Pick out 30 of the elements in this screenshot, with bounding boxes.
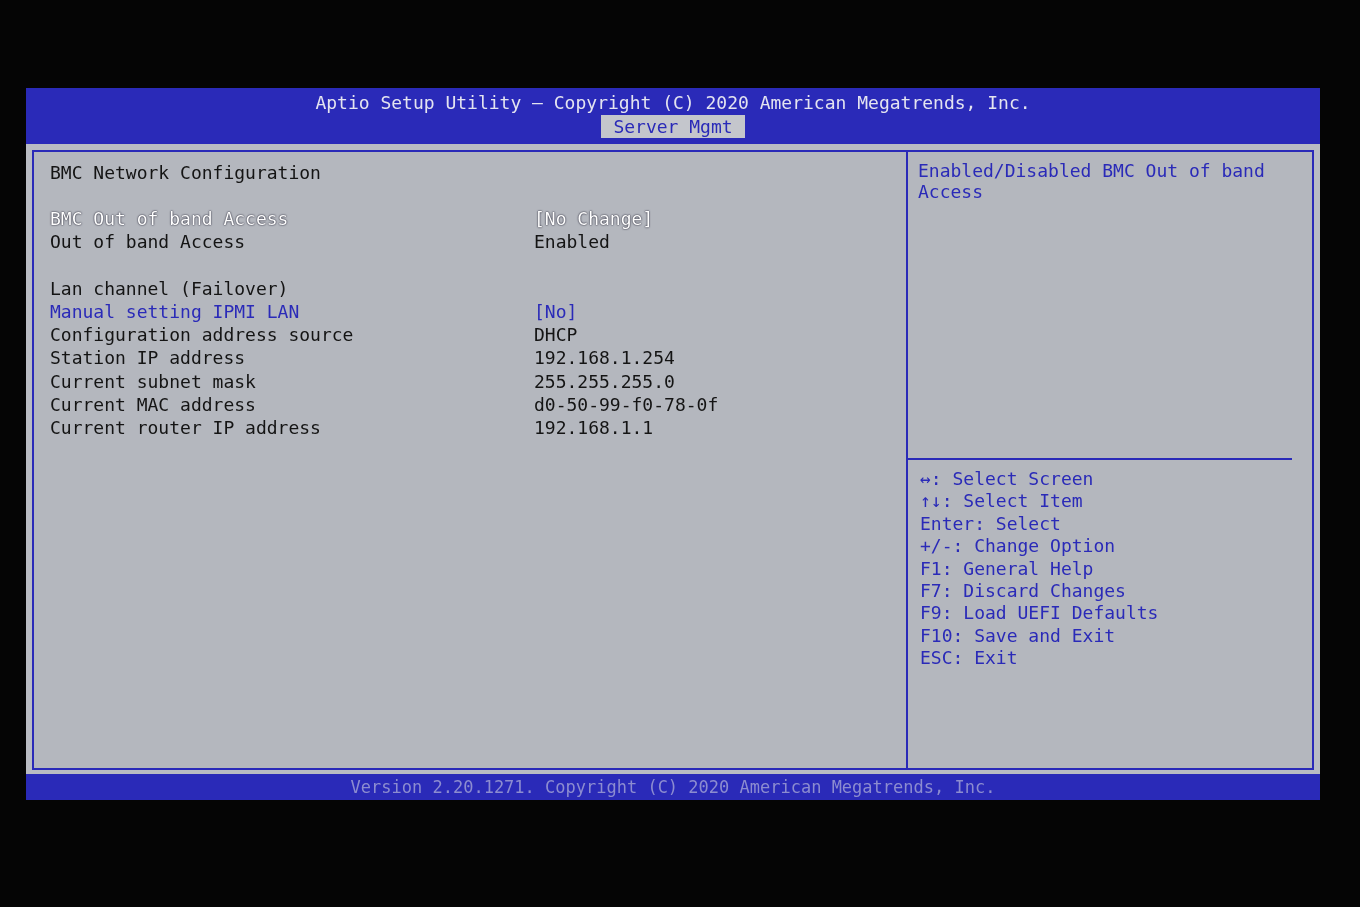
key-hint: F1: General Help [920, 557, 1095, 581]
setting-label: Out of band Access [50, 230, 247, 254]
window-title: Aptio Setup Utility – Copyright (C) 2020 American Megatrends, Inc. [315, 92, 1031, 113]
setting-value: DHCP [534, 323, 578, 347]
setting-value: d0-50-99-f0-78-0f [534, 393, 719, 417]
version-text: Version 2.20.1271. Copyright (C) 2020 American Megatrends, Inc. [350, 777, 996, 797]
setting-label[interactable]: BMC Out of band Access [50, 207, 534, 231]
key-hint: ↑↓: Select Item [920, 490, 1084, 513]
setting-label: Current MAC address [50, 393, 257, 417]
setting-label: Station IP address [50, 346, 247, 370]
setting-label: Configuration address source [50, 323, 355, 347]
setting-label: Current router IP address [50, 416, 322, 440]
section-heading: BMC Network Configuration [50, 162, 322, 183]
key-hint: ESC: Exit [920, 647, 1019, 670]
key-hint: +/-: Change Option [920, 535, 1117, 558]
setting-value: 255.255.255.0 [534, 369, 675, 394]
setting-label[interactable]: Manual setting IPMI LAN [50, 299, 534, 324]
key-hint: Enter: Select [920, 512, 1062, 536]
key-hint: F10: Save and Exit [920, 624, 1117, 648]
setting-value: Enabled [534, 230, 610, 254]
setting-value: 192.168.1.1 [534, 416, 654, 440]
tab[interactable]: Server Mgmt [601, 115, 745, 138]
key-hint: F7: Discard Changes [920, 580, 1127, 603]
help-text: Enabled/Disabled BMC Out of band Access [908, 152, 1292, 460]
setting-label: Lan channel (Failover) [50, 276, 290, 300]
setting-value: 192.168.1.254 [534, 346, 675, 370]
setting-value[interactable]: [No] [534, 299, 578, 324]
setting-label: Current subnet mask [50, 369, 257, 394]
key-hint: F9: Load UEFI Defaults [920, 602, 1160, 625]
key-hint: ↔: Select Screen [920, 468, 1095, 491]
